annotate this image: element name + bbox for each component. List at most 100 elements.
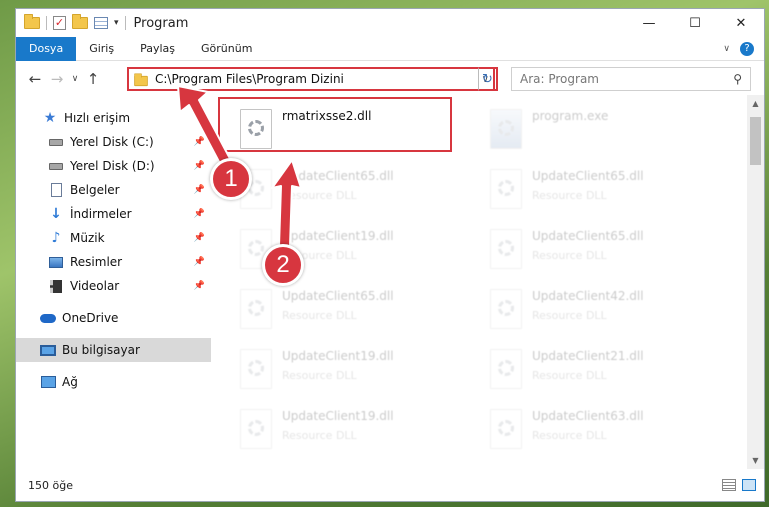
file-type: Resource DLL <box>282 369 357 382</box>
window-controls: — ☐ ✕ <box>626 9 764 37</box>
sidebar-item-label: Belgeler <box>70 183 120 197</box>
sidebar-item-this-pc[interactable]: Bu bilgisayar <box>16 338 211 362</box>
video-icon <box>48 279 64 293</box>
document-icon <box>48 183 64 197</box>
ribbon-tabs: Dosya Giriş Paylaş Görünüm ∨ ? <box>16 36 764 61</box>
ribbon-right-controls: ∨ ? <box>723 41 764 56</box>
maximize-icon[interactable]: ☐ <box>672 9 718 37</box>
pin-icon[interactable]: 📌 <box>194 257 205 267</box>
pin-icon[interactable]: 📌 <box>194 185 205 195</box>
toolbar-divider <box>46 16 47 30</box>
tab-share[interactable]: Paylaş <box>127 37 188 61</box>
sidebar-item-label: İndirmeler <box>70 207 132 221</box>
sidebar-item-label: Hızlı erişim <box>64 111 131 125</box>
file-name: UpdateClient63.dll <box>532 409 644 423</box>
pin-icon[interactable]: 📌 <box>194 281 205 291</box>
star-icon: ★ <box>43 110 57 126</box>
sidebar-item-documents[interactable]: Belgeler 📌 <box>16 178 211 202</box>
network-icon <box>40 375 56 389</box>
sidebar-item-downloads[interactable]: ↓ İndirmeler 📌 <box>16 202 211 226</box>
back-icon[interactable]: ← <box>24 70 46 88</box>
download-icon: ↓ <box>50 206 62 222</box>
computer-icon <box>40 343 56 357</box>
file-name: UpdateClient65.dll <box>282 289 394 303</box>
pin-icon[interactable]: 📌 <box>194 209 205 219</box>
pin-icon[interactable]: 📌 <box>194 233 205 243</box>
properties-icon[interactable] <box>94 17 108 29</box>
sidebar-item-label: Bu bilgisayar <box>62 343 140 357</box>
navigation-pane: ★ Hızlı erişim Yerel Disk (C:) 📌 Yerel D… <box>16 99 211 469</box>
new-folder-icon[interactable] <box>72 14 88 29</box>
tab-file[interactable]: Dosya <box>16 36 77 61</box>
file-type: Resource DLL <box>532 369 607 382</box>
file-type: Resource DLL <box>282 189 357 202</box>
tab-home[interactable]: Giriş <box>76 37 127 61</box>
file-item[interactable]: UpdateClient19.dll Resource DLL <box>232 403 472 463</box>
file-item[interactable]: UpdateClient63.dll Resource DLL <box>482 403 722 463</box>
recent-locations-icon[interactable]: ∨ <box>68 74 82 84</box>
pin-icon[interactable]: 📌 <box>194 137 205 147</box>
file-item[interactable]: UpdateClient42.dll Resource DLL <box>482 283 722 343</box>
scroll-thumb[interactable] <box>750 117 761 165</box>
sidebar-item-local-disk-d[interactable]: Yerel Disk (D:) 📌 <box>16 154 211 178</box>
expand-ribbon-icon[interactable]: ∨ <box>723 44 730 54</box>
sidebar-item-label: Ağ <box>62 375 78 389</box>
file-name: UpdateClient19.dll <box>282 349 394 363</box>
scroll-up-icon[interactable]: ▲ <box>747 99 764 108</box>
sidebar-item-onedrive[interactable]: OneDrive <box>16 306 211 330</box>
file-item[interactable]: UpdateClient21.dll Resource DLL <box>482 343 722 403</box>
tiles-view-icon[interactable] <box>742 479 756 491</box>
file-item[interactable]: UpdateClient65.dll Resource DLL <box>482 163 722 223</box>
minimize-icon[interactable]: — <box>626 9 672 37</box>
view-switcher <box>722 479 756 491</box>
customize-dropdown-icon[interactable]: ▾ <box>114 18 119 28</box>
refresh-icon[interactable]: ↻ <box>478 67 498 91</box>
up-icon[interactable]: ↑ <box>82 70 104 88</box>
dll-file-icon <box>490 169 522 209</box>
sidebar-item-music[interactable]: ♪ Müzik 📌 <box>16 226 211 250</box>
dll-file-icon <box>490 289 522 329</box>
file-type: Resource DLL <box>532 249 607 262</box>
dll-file-icon <box>240 409 272 449</box>
cloud-icon <box>40 311 56 325</box>
search-input[interactable]: Ara: Program ⚲ <box>511 67 751 91</box>
address-path: C:\Program Files\Program Dizini <box>155 72 344 86</box>
file-type: Resource DLL <box>532 309 607 322</box>
vertical-scrollbar[interactable]: ▲ ▼ <box>747 95 764 469</box>
drive-icon <box>48 159 64 173</box>
forward-icon[interactable]: → <box>46 70 68 88</box>
file-type: Resource DLL <box>532 429 607 442</box>
dll-file-icon <box>490 229 522 269</box>
address-bar[interactable]: C:\Program Files\Program Dizini ∨ <box>127 67 495 91</box>
file-type: Resource DLL <box>282 429 357 442</box>
sidebar-item-network[interactable]: Ağ <box>16 370 211 394</box>
scroll-down-icon[interactable]: ▼ <box>747 456 764 465</box>
file-item-program-exe[interactable]: program.exe <box>482 103 722 163</box>
toolbar-divider <box>124 16 126 30</box>
callout-1: 1 <box>210 158 252 200</box>
close-icon[interactable]: ✕ <box>718 9 764 37</box>
sidebar-item-quick-access[interactable]: ★ Hızlı erişim <box>16 106 211 130</box>
file-item[interactable]: UpdateClient65.dll Resource DLL <box>232 283 472 343</box>
dll-file-icon <box>240 349 272 389</box>
checkmark-icon[interactable]: ✓ <box>53 16 66 30</box>
sidebar-item-label: Müzik <box>70 231 105 245</box>
sidebar-item-videos[interactable]: Videolar 📌 <box>16 274 211 298</box>
pictures-icon <box>48 255 64 269</box>
music-icon: ♪ <box>51 230 61 246</box>
help-icon[interactable]: ? <box>740 41 754 56</box>
sidebar-item-label: Videolar <box>70 279 120 293</box>
file-item[interactable]: UpdateClient19.dll Resource DLL <box>232 343 472 403</box>
file-item[interactable]: UpdateClient65.dll Resource DLL <box>482 223 722 283</box>
tab-view[interactable]: Görünüm <box>188 37 265 61</box>
dll-file-icon <box>490 349 522 389</box>
file-item[interactable]: UpdateClient65.dll Resource DLL <box>232 163 472 223</box>
search-icon[interactable]: ⚲ <box>733 72 742 86</box>
sidebar-item-local-disk-c[interactable]: Yerel Disk (C:) 📌 <box>16 130 211 154</box>
title-bar: ✓ ▾ Program — ☐ ✕ <box>16 9 764 37</box>
status-bar: 150 öğe <box>16 469 764 501</box>
details-view-icon[interactable] <box>722 479 736 491</box>
sidebar-item-pictures[interactable]: Resimler 📌 <box>16 250 211 274</box>
file-name: program.exe <box>532 109 609 123</box>
pin-icon[interactable]: 📌 <box>194 161 205 171</box>
